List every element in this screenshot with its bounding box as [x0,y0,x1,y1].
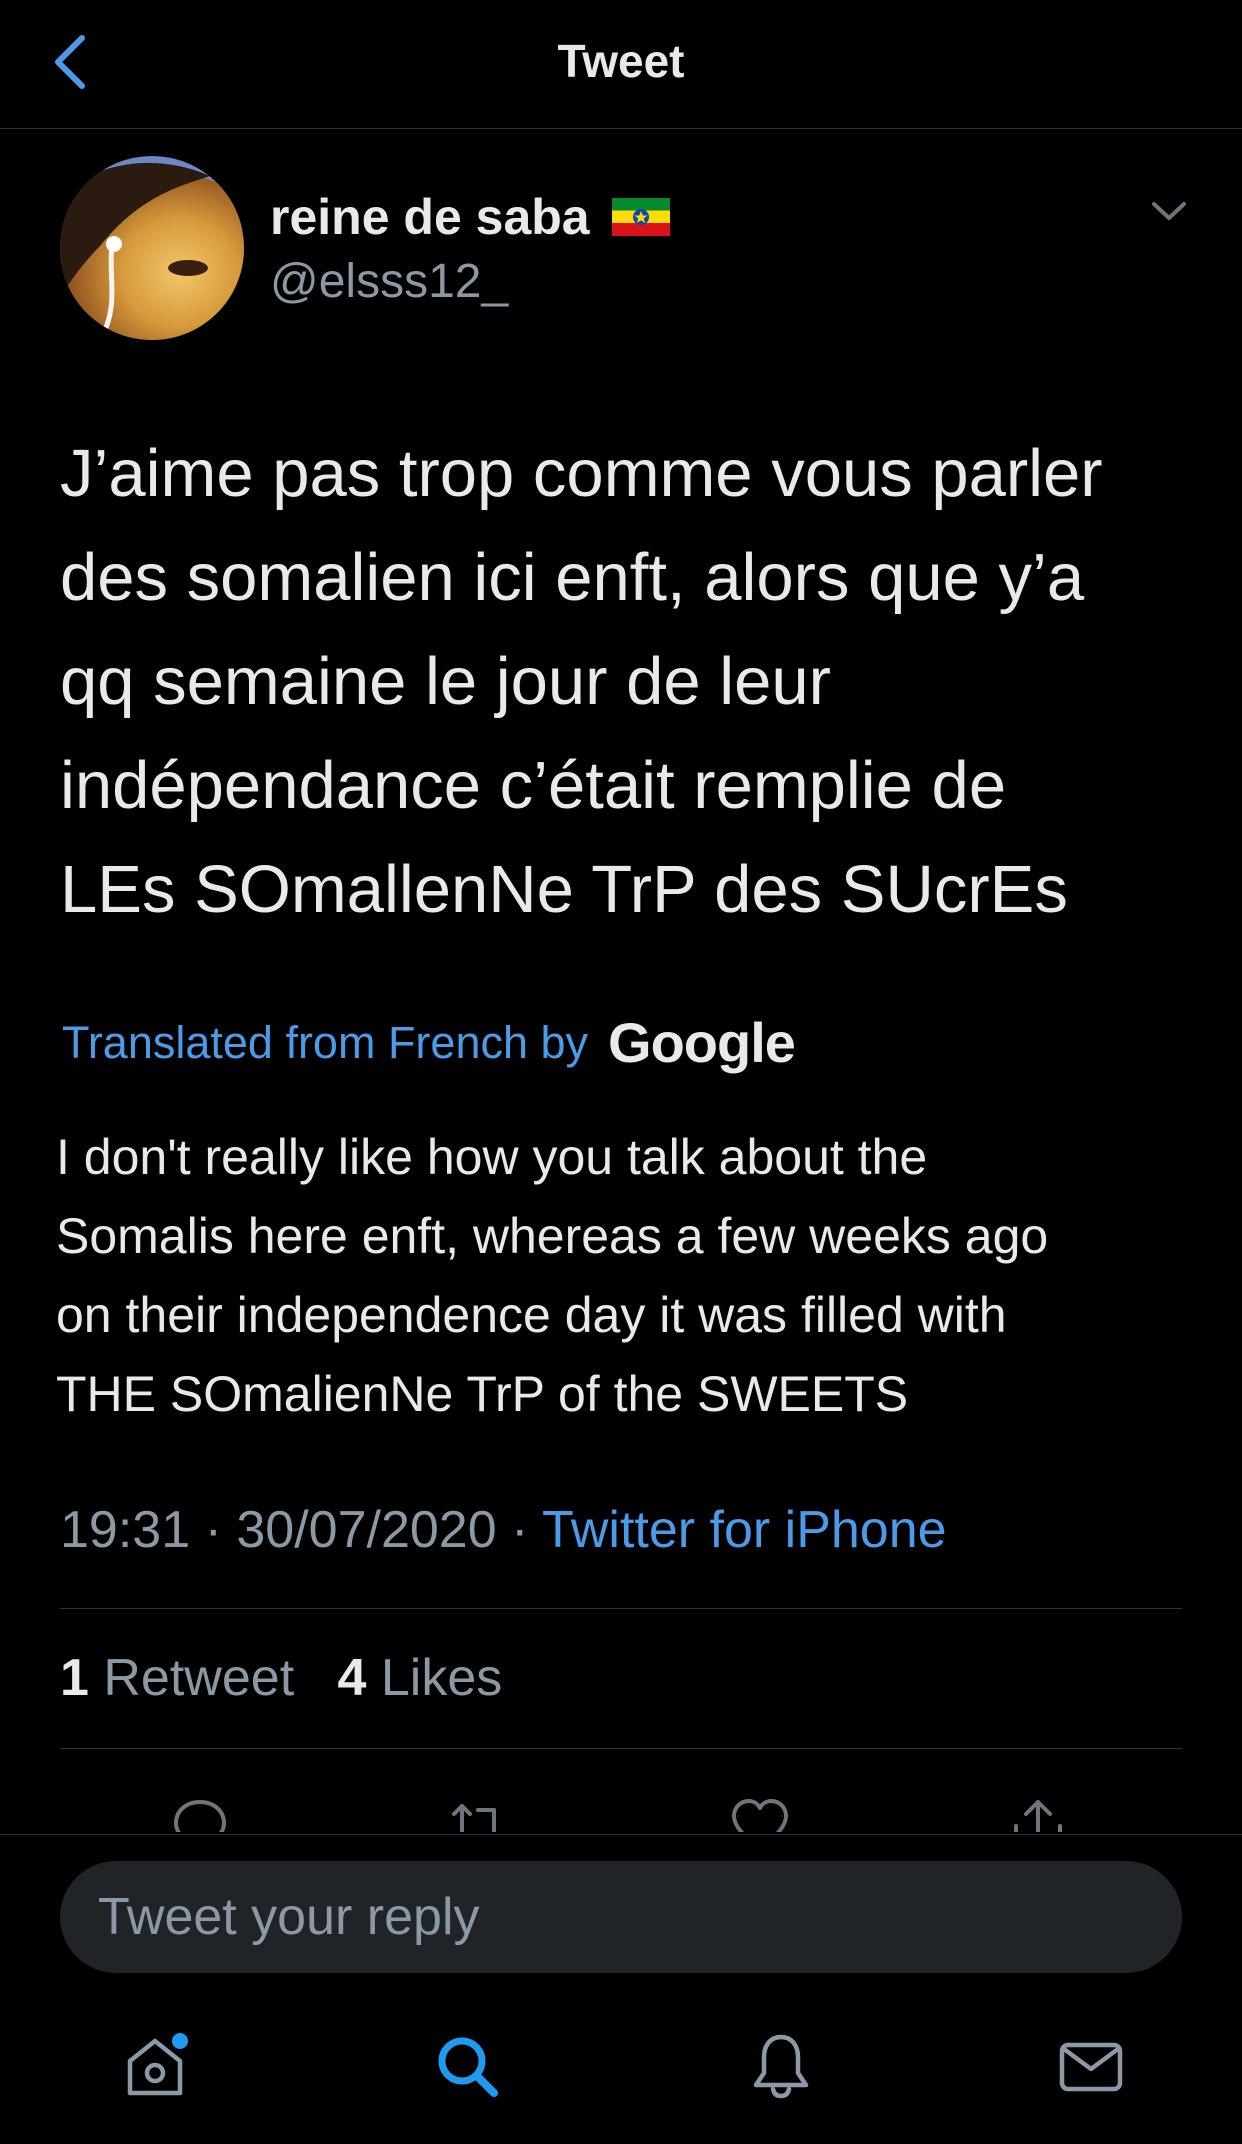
meta-separator: · [204,1501,222,1559]
bottom-area: Tweet your reply [0,1834,1242,2144]
retweets-count: 1 [60,1649,89,1707]
tweet-time: 19:31 [60,1501,191,1559]
translation-line: Somalis here enft, whereas a few weeks a… [56,1208,1049,1264]
author-display-name[interactable]: reine de saba [270,188,670,246]
author-name-text: reine de saba [270,189,590,245]
tweet-meta: 19:31 · 30/07/2020 · Twitter for iPhone [60,1500,947,1560]
likes-label: Likes [380,1649,503,1707]
tweet-date: 30/07/2020 [236,1501,497,1559]
top-bar: Tweet [0,0,1242,129]
chevron-down-icon[interactable] [1150,198,1188,226]
home-icon[interactable] [120,2031,190,2101]
author-handle[interactable]: @elsss12_ [270,254,508,309]
reply-input[interactable]: Tweet your reply [60,1861,1182,1973]
meta-separator: · [511,1501,529,1559]
divider [60,1608,1182,1609]
reply-placeholder: Tweet your reply [98,1888,480,1946]
retweet-icon[interactable] [448,1796,508,1832]
tweet-stats: 1 Retweet 4 Likes [60,1648,502,1708]
translation-line: I don't really like how you talk about t… [56,1129,928,1185]
search-icon[interactable] [432,2031,502,2101]
translation-attribution[interactable]: Translated from French by Google [62,1010,796,1075]
tweet-line: des somalien ici enft, alors que y’a [60,540,1085,615]
translated-text: I don't really like how you talk about t… [56,1118,1196,1434]
ethiopia-flag-icon [611,198,670,236]
bell-icon[interactable] [746,2031,816,2101]
heart-icon[interactable] [730,1796,790,1832]
tweet-line: J’aime pas trop comme vous parler [60,436,1103,511]
tweet-line: LEs SOmallenNe TrP des SUcrEs [60,852,1068,927]
page-title: Tweet [557,35,685,87]
tweet-actions [0,1778,1242,1832]
translation-label: Translated from French by [62,1016,589,1068]
mail-icon[interactable] [1056,2031,1126,2101]
comment-icon[interactable] [170,1796,230,1832]
tweet-source-link[interactable]: Twitter for iPhone [542,1501,947,1559]
tweet-text: J’aime pas trop comme vous parler des so… [60,422,1190,942]
google-logo: Google [608,1011,796,1074]
likes-stat[interactable]: 4 Likes [337,1649,502,1707]
translation-line: THE SOmalienNe TrP of the SWEETS [56,1366,909,1422]
share-icon[interactable] [1008,1796,1068,1832]
likes-count: 4 [337,1649,367,1707]
translation-line: on their independence day it was filled … [56,1287,1007,1343]
tweet-line: qq semaine le jour de leur [60,644,831,719]
divider [60,1748,1182,1749]
retweets-label: Retweet [103,1649,295,1707]
avatar[interactable] [60,156,244,340]
retweets-stat[interactable]: 1 Retweet [60,1649,294,1707]
tweet-line: indépendance c’était remplie de [60,748,1007,823]
